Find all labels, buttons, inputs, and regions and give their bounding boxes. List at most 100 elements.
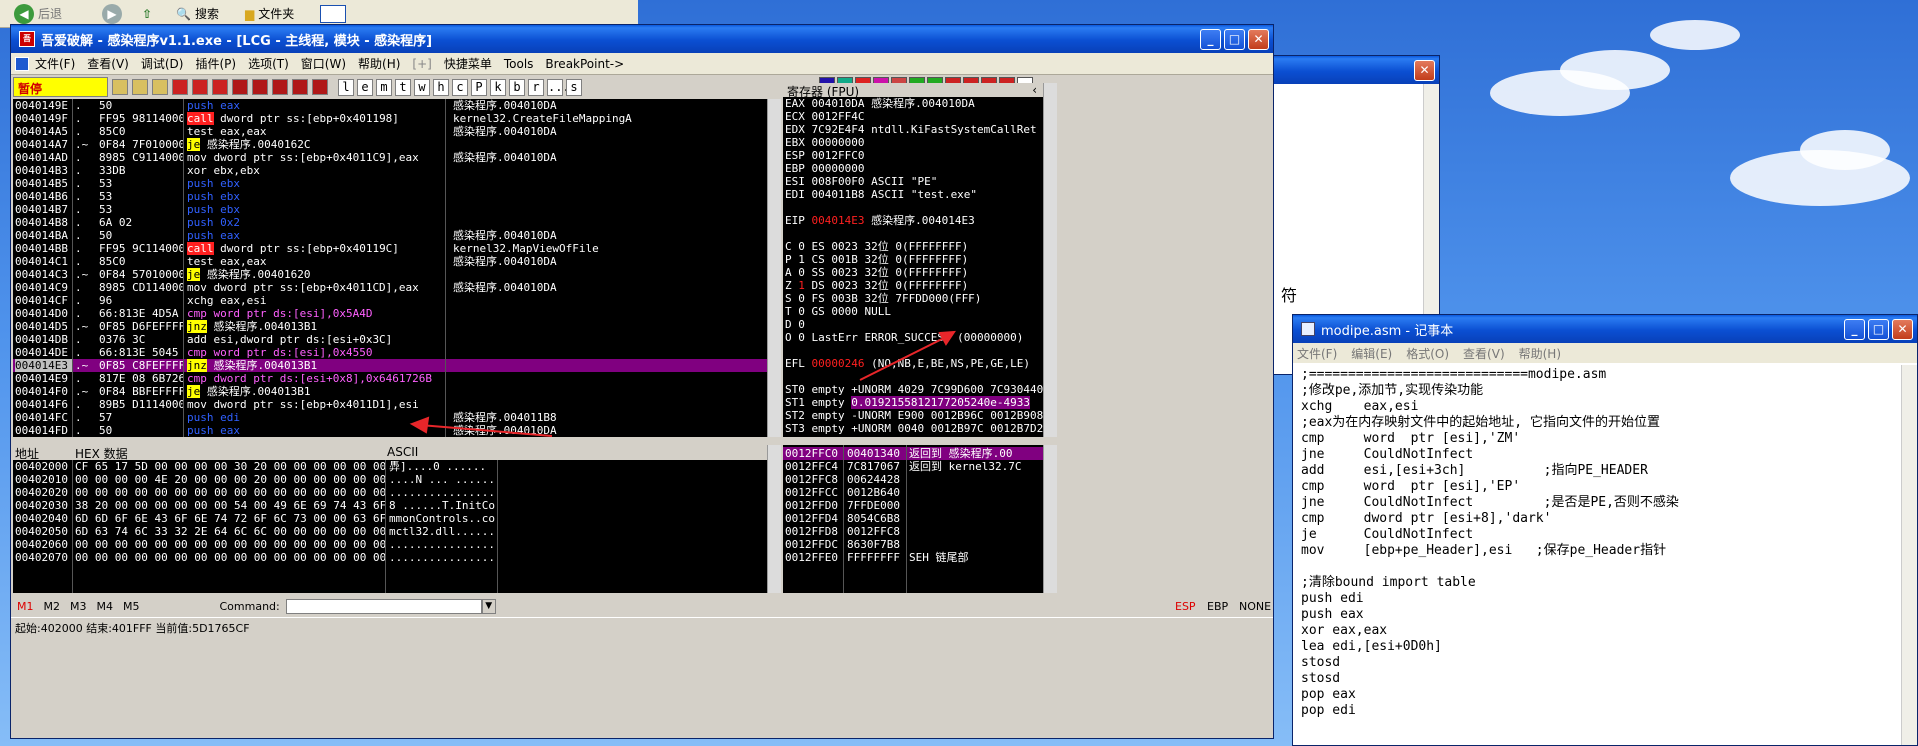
disasm-row[interactable]: 004014AD. 8985 C9114000 mov dword ptr ss:[… <box>13 151 767 164</box>
notepad-text-area[interactable]: ;============================modipe.asm;… <box>1301 367 1897 745</box>
back-icon[interactable]: ◀ <box>14 3 34 24</box>
close-program-icon[interactable] <box>152 79 168 95</box>
disasm-row[interactable]: 004014FC. 57 push edi 感染程序.004011B8 <box>13 411 767 424</box>
stack-row[interactable]: 0012FFD4 8054C6B8 <box>783 512 1043 525</box>
menu-help[interactable]: 帮助(H) <box>358 55 400 72</box>
disasm-row[interactable]: 004014DB. 0376 3C add esi,dword ptr ds:[es… <box>13 333 767 346</box>
search-button-label[interactable]: 搜索 <box>195 5 219 22</box>
menu-plugins[interactable]: 插件(P) <box>195 55 236 72</box>
disasm-row[interactable]: 004014D0. 66:813E 4D5A cmp word ptr ds:[es… <box>13 307 767 320</box>
stack-mode-none[interactable]: NONE <box>1239 600 1271 613</box>
register-line[interactable]: EDX 7C92E4F4 ntdll.KiFastSystemCallRet <box>785 123 1043 136</box>
menu-file[interactable]: 文件(F) <box>1297 345 1337 362</box>
tab-m5[interactable]: M5 <box>123 600 140 613</box>
dump-row[interactable]: 00402010 00 00 00 00 4E 20 00 00 00 20 00… <box>13 473 767 486</box>
notepad-scrollbar[interactable] <box>1901 365 1917 745</box>
dump-row[interactable]: 00402040 6D 6D 6F 6E 43 6F 6E 74 72 6F 6C… <box>13 512 767 525</box>
disasm-row[interactable]: 004014C9. 8985 CD114000 mov dword ptr ss:[… <box>13 281 767 294</box>
view-button-5[interactable]: h <box>433 78 449 96</box>
disasm-row[interactable]: 004014A5. 85C0 test eax,eax 感染程序.004010DA <box>13 125 767 138</box>
pause-icon[interactable] <box>192 79 208 95</box>
view-button-2[interactable]: m <box>376 78 392 96</box>
register-line[interactable]: ESI 008F00F0 ASCII "PE" <box>785 175 1043 188</box>
dump-row[interactable]: 00402050 6D 63 74 6C 33 32 2E 64 6C 6C 00… <box>13 525 767 538</box>
menu-format[interactable]: 格式(O) <box>1406 345 1449 362</box>
search-icon[interactable]: 🔍 <box>176 7 191 21</box>
disasm-scrollbar[interactable] <box>767 99 781 437</box>
stack-row[interactable]: 0012FFD8 0012FFC8 <box>783 525 1043 538</box>
up-folder-icon[interactable]: ⇧ <box>142 7 152 21</box>
register-line[interactable] <box>785 344 1043 357</box>
maximize-icon[interactable]: □ <box>1224 29 1245 50</box>
maximize-icon[interactable]: □ <box>1868 319 1889 340</box>
stack-row[interactable]: 0012FFDC 8630F7B8 <box>783 538 1043 551</box>
view-button-6[interactable]: c <box>452 78 468 96</box>
tab-m3[interactable]: M3 <box>70 600 87 613</box>
minimize-icon[interactable]: _ <box>1844 319 1865 340</box>
chevron-left-icon[interactable]: ‹ <box>1032 83 1037 97</box>
view-button-8[interactable]: k <box>490 78 506 96</box>
register-line[interactable]: D 0 <box>785 318 1043 331</box>
disasm-row[interactable]: 004014C3 .~ 0F84 57010000 je 感染程序.00401620 <box>13 268 767 281</box>
menu-window[interactable]: 窗口(W) <box>301 55 346 72</box>
execute-till-return-icon[interactable] <box>292 79 308 95</box>
view-button-7[interactable]: P <box>471 78 487 96</box>
close-icon[interactable]: ✕ <box>1414 60 1435 81</box>
registers-scrollbar[interactable] <box>1043 83 1057 437</box>
back-button-label[interactable]: 后退 <box>38 5 62 22</box>
dump-row[interactable]: 00402030 38 20 00 00 00 00 00 00 54 00 49… <box>13 499 767 512</box>
register-line[interactable]: ST1 empty 0.0192155812177205240e-4933 <box>785 396 1043 409</box>
menu-debug[interactable]: 调试(D) <box>141 55 184 72</box>
disasm-row[interactable]: 004014CF. 96 xchg eax,esi <box>13 294 767 307</box>
disasm-row[interactable]: 004014B3. 33DB xor ebx,ebx <box>13 164 767 177</box>
register-line[interactable]: EIP 004014E3 感染程序.004014E3 <box>785 214 1043 227</box>
goto-icon[interactable] <box>312 79 328 95</box>
tab-m1[interactable]: M1 <box>17 600 34 613</box>
view-button-11[interactable]: ... <box>547 78 570 96</box>
tab-m4[interactable]: M4 <box>97 600 114 613</box>
register-line[interactable] <box>785 370 1043 383</box>
stack-row[interactable]: 0012FFD0 7FFDE000 <box>783 499 1043 512</box>
register-line[interactable]: ECX 0012FF4C <box>785 110 1043 123</box>
trace-over-icon[interactable] <box>272 79 288 95</box>
disasm-row[interactable]: 004014E9. 817E 08 6B726 cmp dword ptr ds:[… <box>13 372 767 385</box>
register-line[interactable]: EDI 004011B8 ASCII "test.exe" <box>785 188 1043 201</box>
register-line[interactable] <box>785 201 1043 214</box>
view-button-1[interactable]: e <box>357 78 373 96</box>
view-button-0[interactable]: l <box>338 78 354 96</box>
menu-tools[interactable]: Tools <box>504 57 534 71</box>
dump-row[interactable]: 00402020 00 00 00 00 00 00 00 00 00 00 00… <box>13 486 767 499</box>
disasm-row[interactable]: 004014DE. 66:813E 5045 cmp word ptr ds:[es… <box>13 346 767 359</box>
disasm-row[interactable]: 004014F6. 89B5 D1114000 mov dword ptr ss:[… <box>13 398 767 411</box>
dump-col-ascii[interactable]: ASCII <box>387 445 418 459</box>
register-line[interactable]: C 0 ES 0023 32位 0(FFFFFFFF) <box>785 240 1043 253</box>
step-into-icon[interactable] <box>212 79 228 95</box>
folders-button-label[interactable]: 文件夹 <box>258 5 294 22</box>
disasm-row[interactable]: 0040149E. 50 push eax 感染程序.004010DA <box>13 99 767 112</box>
register-line[interactable]: S 0 FS 003B 32位 7FFDD000(FFF) <box>785 292 1043 305</box>
minimize-icon[interactable]: _ <box>1200 29 1221 50</box>
disasm-row[interactable]: 004014B8. 6A 02 push 0x2 <box>13 216 767 229</box>
register-line[interactable]: EBP 00000000 <box>785 162 1043 175</box>
register-line[interactable]: ST0 empty +UNORM 4029 7C99D600 7C930440 <box>785 383 1043 396</box>
close-icon[interactable]: ✕ <box>1892 319 1913 340</box>
register-line[interactable]: P 1 CS 001B 32位 0(FFFFFFFF) <box>785 253 1043 266</box>
forward-icon[interactable]: ▶ <box>102 3 123 24</box>
registers-pane[interactable]: 寄存器 (FPU) ‹ EAX 004010DA 感染程序.004010DA EC… <box>783 83 1043 437</box>
disassembly-pane[interactable]: 0040149E. 50 push eax 感染程序.004010DA 0040149F… <box>13 99 767 437</box>
stack-row[interactable]: 0012FFC4 7C817067 返回到 kernel32.7C <box>783 460 1043 473</box>
disasm-row[interactable]: 004014BB. FF95 9C114000 call dword ptr ss:… <box>13 242 767 255</box>
stack-row[interactable]: 0012FFCC 0012B640 <box>783 486 1043 499</box>
menu-plus[interactable]: [+] <box>412 57 431 71</box>
disasm-row[interactable]: 0040149F. FF95 98114000 call dword ptr ss:… <box>13 112 767 125</box>
command-dropdown-icon[interactable]: ▼ <box>481 598 496 614</box>
register-line[interactable]: A 0 SS 0023 32位 0(FFFFFFFF) <box>785 266 1043 279</box>
restart-icon[interactable] <box>132 79 148 95</box>
view-button-4[interactable]: w <box>414 78 430 96</box>
disasm-row[interactable]: 004014B6. 53 push ebx <box>13 190 767 203</box>
register-line[interactable]: ESP 0012FFC0 <box>785 149 1043 162</box>
dump-row[interactable]: 00402070 00 00 00 00 00 00 00 00 00 00 00… <box>13 551 767 564</box>
register-line[interactable]: ST3 empty +UNORM 0040 0012B97C 0012B7D2 <box>785 422 1043 435</box>
folder-icon[interactable]: ▆ <box>245 7 254 21</box>
disasm-row[interactable]: 004014D5 .~ 0F85 D6FEFFFF jnz 感染程序.004013B1 <box>13 320 767 333</box>
